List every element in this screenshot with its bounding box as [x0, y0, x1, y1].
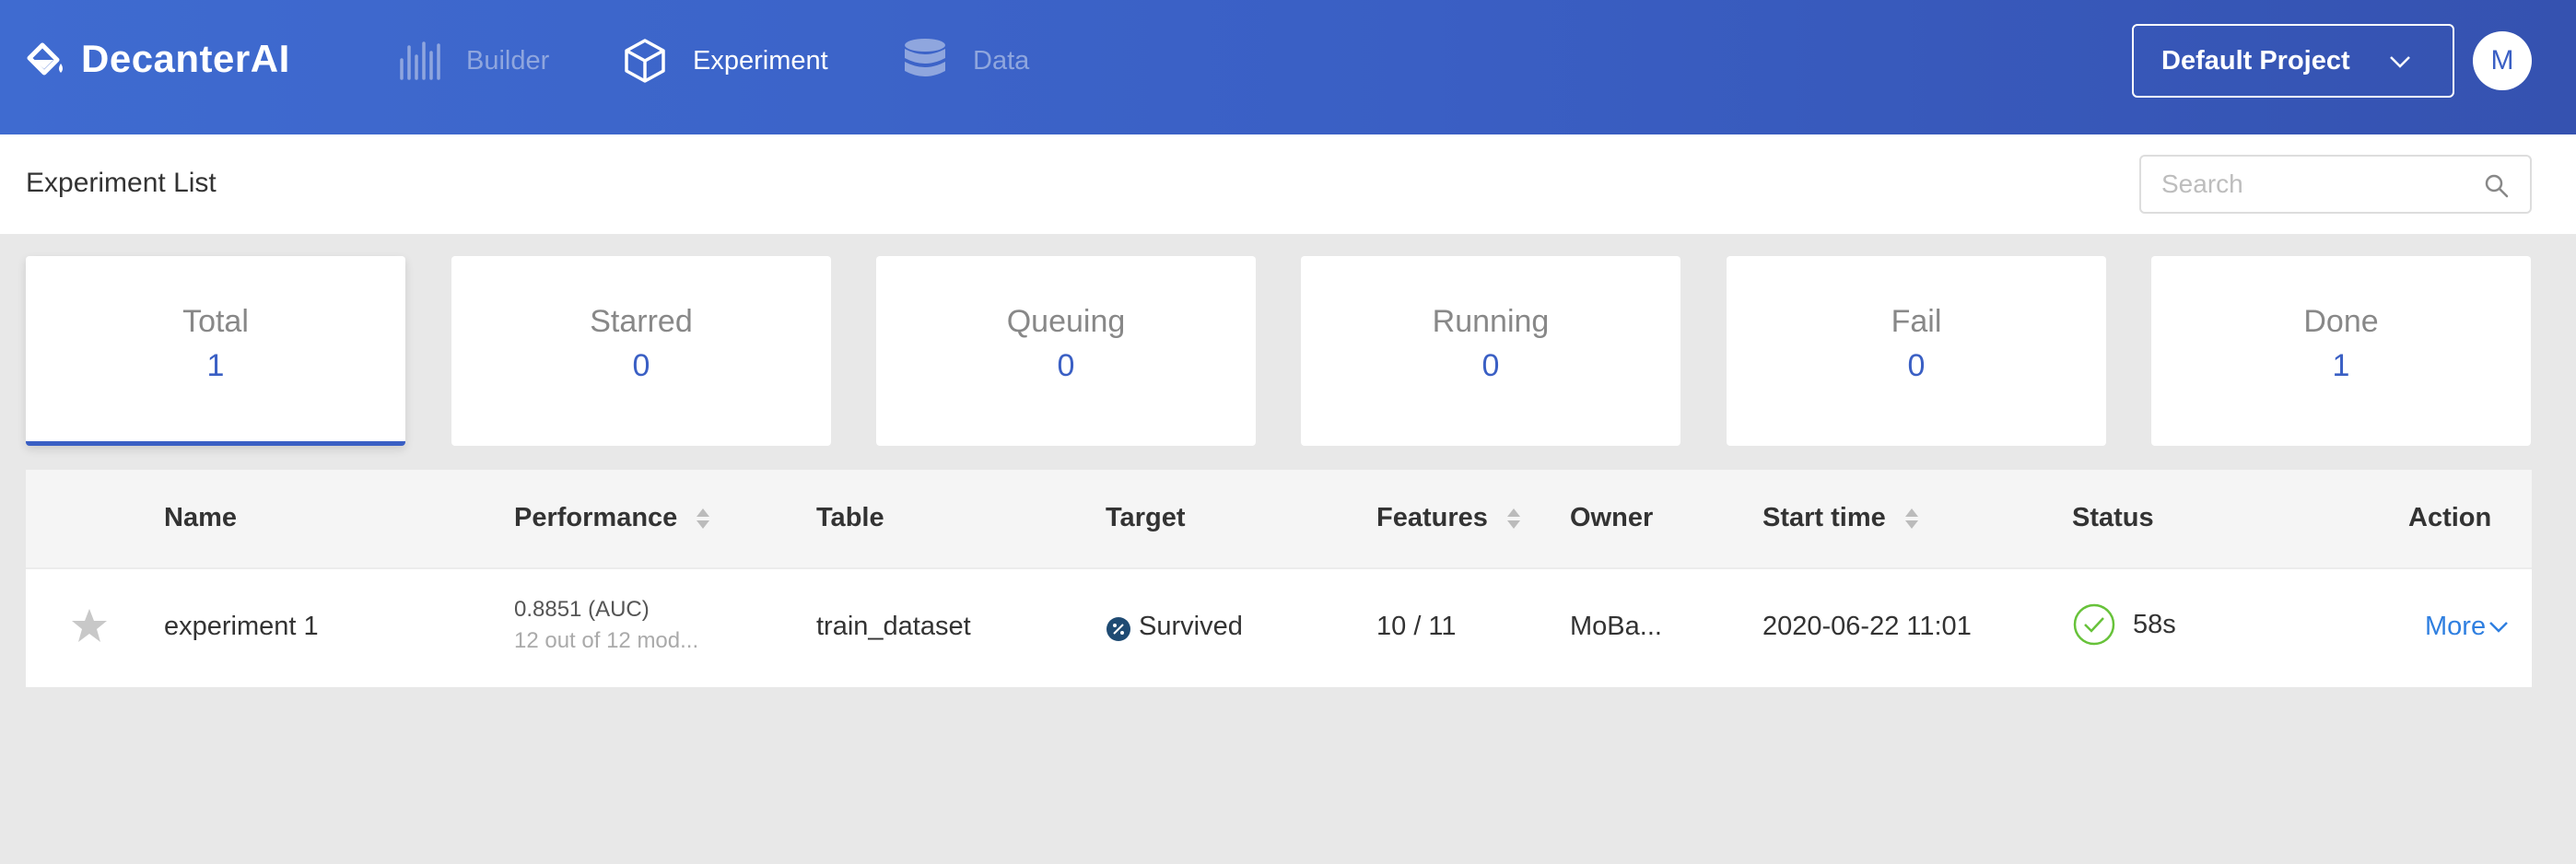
stat-card-total[interactable]: Total 1 [26, 256, 405, 446]
column-header-table: Table [816, 503, 884, 533]
nav-data-label: Data [973, 45, 1030, 76]
nav-builder-label: Builder [466, 45, 550, 76]
brand-name: DecanterAI [81, 37, 290, 80]
stat-count: 0 [1481, 348, 1500, 383]
experiment-table: Name Performance Table Target Features O… [26, 470, 2532, 687]
stat-label: Running [1432, 304, 1550, 339]
project-dropdown-value: Default Project [2161, 45, 2350, 76]
stat-label: Done [2303, 304, 2379, 339]
column-header-action: Action [2408, 503, 2491, 533]
stat-label: Fail [1891, 304, 1942, 339]
owner-name: MoBa... [1570, 612, 1662, 641]
paint-bucket-icon [27, 42, 63, 76]
start-time: 2020-06-22 11:01 [1762, 612, 1972, 641]
column-header-performance[interactable]: Performance [514, 503, 710, 533]
nav-builder[interactable]: Builder [398, 33, 549, 88]
column-header-target: Target [1106, 503, 1185, 533]
column-header-label: Table [816, 503, 884, 532]
star-icon[interactable] [70, 606, 109, 645]
stat-count: 1 [206, 348, 225, 383]
chevron-down-icon [2390, 56, 2410, 68]
stat-count: 1 [2332, 348, 2350, 383]
search-input[interactable] [2161, 169, 2465, 199]
stat-card-starred[interactable]: Starred 0 [451, 256, 831, 446]
column-header-name: Name [164, 503, 237, 533]
builder-bars-icon [400, 41, 440, 80]
column-header-label: Target [1106, 503, 1186, 532]
nav-experiment-label: Experiment [693, 45, 828, 76]
top-navigation-bar: DecanterAI Builder Experiment Data Defau… [0, 0, 2576, 134]
cube-icon [625, 39, 665, 83]
search-icon[interactable] [2484, 173, 2510, 199]
target-cell: Survived [1106, 612, 1243, 642]
more-label: More [2425, 612, 2487, 641]
table-row[interactable]: experiment 1 0.8851 (AUC) 12 out of 12 m… [26, 569, 2532, 687]
stat-count: 0 [1907, 348, 1926, 383]
column-header-start-time[interactable]: Start time [1762, 503, 1919, 533]
sort-icon[interactable] [696, 507, 710, 531]
stat-label: Total [182, 304, 249, 339]
column-header-label: Performance [514, 503, 678, 532]
column-header-label: Action [2408, 503, 2492, 532]
nav-experiment[interactable]: Experiment [623, 33, 828, 88]
stat-card-fail[interactable]: Fail 0 [1727, 256, 2106, 446]
binary-target-icon [1107, 616, 1130, 641]
column-header-label: Features [1376, 503, 1488, 532]
project-dropdown[interactable]: Default Project [2132, 24, 2454, 98]
stat-label: Queuing [1006, 304, 1126, 339]
column-header-label: Owner [1570, 503, 1654, 532]
sort-icon[interactable] [1506, 507, 1521, 531]
column-header-features[interactable]: Features [1376, 503, 1521, 533]
check-circle-icon [2073, 603, 2115, 646]
features-count: 10 / 11 [1376, 612, 1457, 641]
database-icon [905, 39, 945, 76]
nav-data[interactable]: Data [903, 33, 1029, 88]
performance-score: 0.8851 (AUC) [514, 597, 650, 622]
brand-logo[interactable]: DecanterAI [24, 37, 290, 81]
stat-card-queuing[interactable]: Queuing 0 [876, 256, 1256, 446]
chevron-down-icon [2489, 621, 2508, 633]
sort-icon[interactable] [1904, 507, 1919, 531]
stat-count: 0 [632, 348, 650, 383]
duration: 58s [2133, 609, 2176, 639]
column-header-label: Start time [1762, 503, 1886, 532]
more-button[interactable]: More [2425, 612, 2510, 642]
column-header-label: Name [164, 503, 237, 532]
stat-label: Starred [590, 304, 693, 339]
target-label: Survived [1139, 612, 1243, 641]
table-header: Name Performance Table Target Features O… [26, 470, 2532, 569]
user-avatar[interactable]: M [2473, 31, 2532, 90]
stat-card-running[interactable]: Running 0 [1301, 256, 1680, 446]
stat-card-done[interactable]: Done 1 [2151, 256, 2531, 446]
column-header-status: Status [2072, 503, 2154, 533]
stat-count: 0 [1057, 348, 1075, 383]
page-title: Experiment List [26, 168, 217, 198]
page-header: Experiment List [0, 134, 2576, 234]
table-name: train_dataset [816, 612, 971, 641]
status-cell: 58s [2072, 602, 2176, 647]
column-header-owner: Owner [1570, 503, 1653, 533]
search-box[interactable] [2139, 155, 2532, 214]
column-header-label: Status [2072, 503, 2154, 532]
experiment-name[interactable]: experiment 1 [164, 612, 319, 642]
models-progress: 12 out of 12 mod... [514, 628, 699, 653]
